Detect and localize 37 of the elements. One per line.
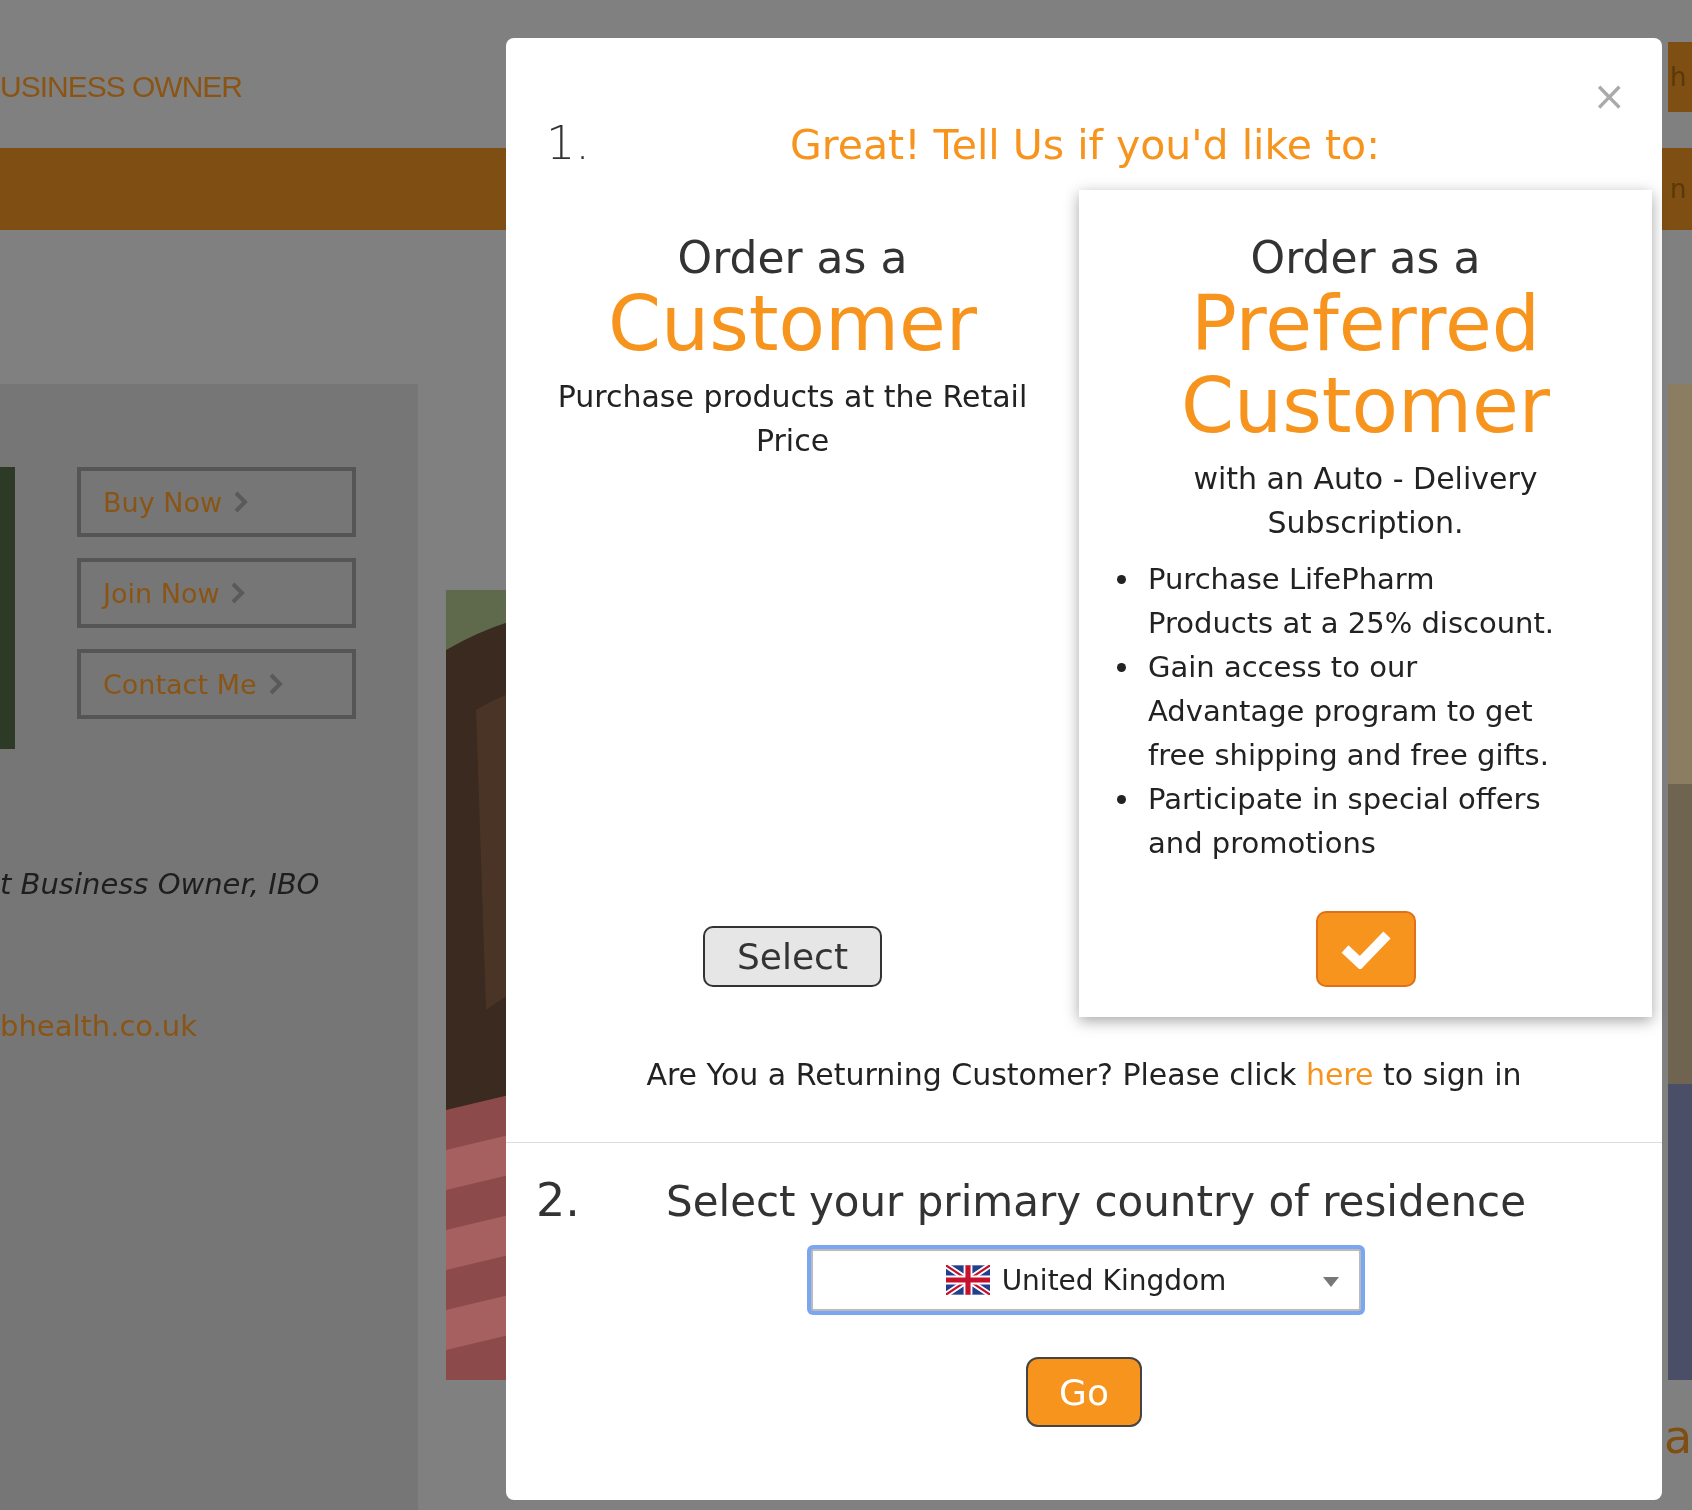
selected-button[interactable] (1315, 911, 1416, 987)
chevron-icon (231, 582, 246, 604)
header-text: USINESS OWNER (0, 70, 243, 104)
caret-icon (1323, 1277, 1339, 1287)
close-button[interactable]: × (1592, 76, 1626, 116)
website-link[interactable]: bhealth.co.uk (0, 1009, 418, 1043)
step-number: 2. (536, 1173, 581, 1227)
benefit-item: Participate in special offers and promotions (1148, 781, 1542, 862)
step-title: Great! Tell Us if you'd like to: (790, 121, 1380, 169)
option-title: Preferred (1191, 283, 1540, 365)
checkmark-icon (1339, 929, 1392, 969)
benefit-item: Gain access to our Advantage program to get free shipping and free gifts. (1148, 649, 1550, 774)
option-title: Customer (607, 283, 978, 365)
role-text: t Business Owner, IBO (0, 867, 321, 901)
bullet-icon (1117, 575, 1126, 584)
select-button[interactable]: Select (702, 926, 883, 987)
benefit-item: Purchase LifePharm Products at a 25% discount. (1148, 561, 1556, 642)
nav-button[interactable]: Join Now (77, 558, 356, 628)
step-number: 1. (546, 116, 591, 170)
option-prefix: Order as a (677, 232, 908, 283)
heading-text: a (1664, 1410, 1692, 1464)
nav-button[interactable]: Contact Me (77, 649, 356, 719)
go-button[interactable]: Go (1026, 1357, 1142, 1427)
chevron-icon (268, 673, 283, 695)
option-title: Customer (1180, 365, 1551, 447)
option-prefix: Order as a (1250, 232, 1481, 283)
returning-customer-text: Are You a Returning Customer? Please click here to sign in (646, 1057, 1522, 1092)
country-select[interactable]: United Kingdom (811, 1249, 1361, 1311)
sign-in-link[interactable]: here (1305, 1057, 1374, 1092)
step-title: Select your primary country of residence (666, 1177, 1526, 1226)
bullet-icon (1117, 795, 1126, 804)
option-description: Purchase products at the Retail Price (556, 378, 1029, 460)
flag-icon (945, 1265, 990, 1295)
option-description: with an Auto - Delivery Subscription. (1192, 460, 1539, 542)
chevron-icon (234, 491, 248, 513)
bullet-icon (1117, 663, 1126, 672)
nav-button[interactable]: Buy Now (77, 467, 356, 537)
